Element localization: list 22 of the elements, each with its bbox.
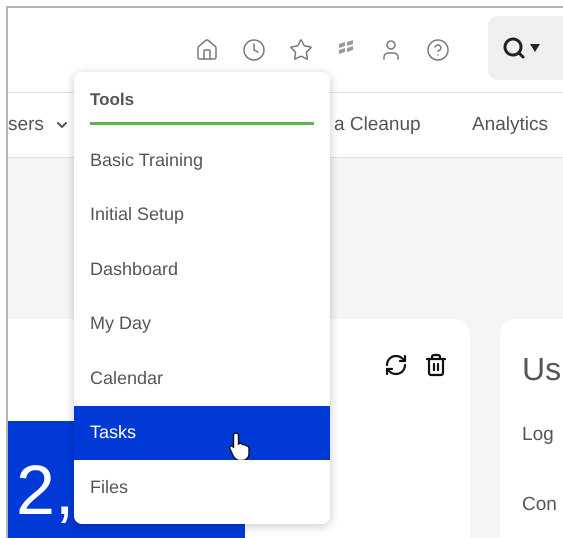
menu-item[interactable]: Dashboard <box>74 242 330 296</box>
menu-title: Tools <box>90 90 314 125</box>
menu-item[interactable]: Initial Setup <box>74 188 330 242</box>
card-row-label: Log <box>522 424 555 446</box>
nav-link[interactable]: Analytics <box>472 114 563 136</box>
menu-item[interactable]: Basic Training <box>74 133 330 188</box>
star-icon[interactable] <box>289 38 313 62</box>
menu-item[interactable]: Files <box>74 460 330 514</box>
menu-item[interactable]: Calendar <box>74 351 330 406</box>
nav-link[interactable]: a Cleanup <box>334 114 472 136</box>
help-icon[interactable] <box>426 38 450 62</box>
search-button[interactable] <box>488 16 563 80</box>
caret-icon <box>530 44 540 52</box>
trash-icon[interactable] <box>424 353 448 377</box>
refresh-icon[interactable] <box>384 353 408 377</box>
menu-item[interactable]: Tasks <box>74 406 330 460</box>
home-icon[interactable] <box>195 38 219 62</box>
clock-icon[interactable] <box>242 38 266 62</box>
card-row-label: Con <box>522 494 558 516</box>
search-icon <box>502 36 526 60</box>
card-title: Us <box>522 351 562 388</box>
menu-item[interactable]: My Day <box>74 296 330 351</box>
